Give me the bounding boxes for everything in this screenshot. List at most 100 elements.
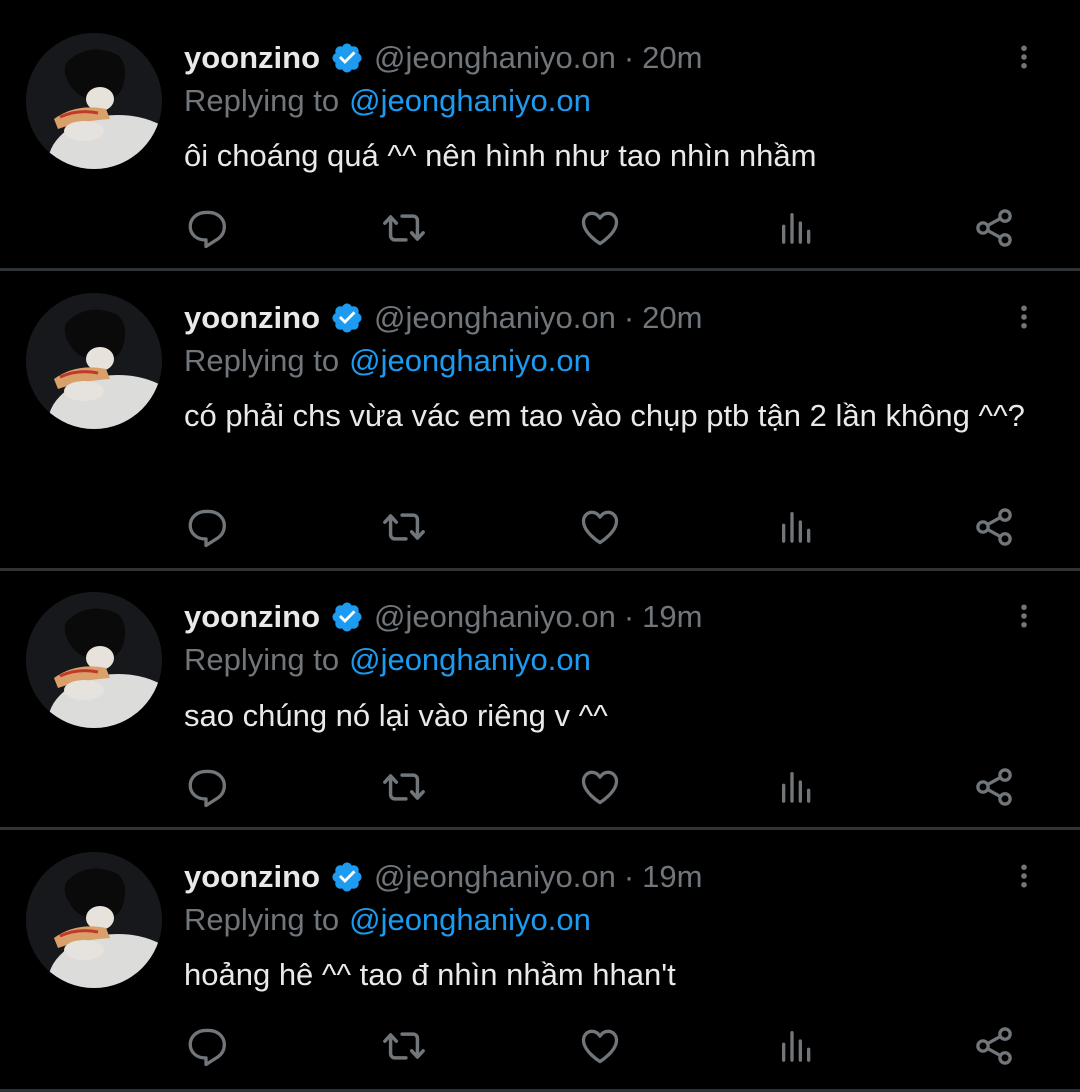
tweet-header: yoonzino @jeonghaniyo.on · 20m <box>184 298 702 338</box>
reply-thread: yoonzino @jeonghaniyo.on · 20m Replying … <box>0 0 1080 1092</box>
analytics-icon <box>777 208 817 248</box>
retweet-button[interactable] <box>380 503 428 551</box>
like-button[interactable] <box>576 1022 624 1070</box>
like-button[interactable] <box>576 763 624 811</box>
action-bar <box>0 503 1080 551</box>
tweet-header: yoonzino @jeonghaniyo.on · 19m <box>184 597 702 637</box>
replying-to-mention[interactable]: @jeonghaniyo.on <box>349 343 591 378</box>
views-button[interactable] <box>773 204 821 252</box>
retweet-icon <box>381 205 427 251</box>
timestamp[interactable]: 20m <box>642 40 702 76</box>
replying-to-label: Replying to <box>184 642 340 677</box>
replying-to: Replying to @jeonghaniyo.on <box>184 902 591 938</box>
retweet-button[interactable] <box>380 763 428 811</box>
user-handle[interactable]: @jeonghaniyo.on <box>374 40 616 76</box>
action-bar <box>0 763 1080 811</box>
share-button[interactable] <box>970 763 1018 811</box>
avatar[interactable] <box>26 293 162 429</box>
replying-to-label: Replying to <box>184 83 340 118</box>
tweet[interactable]: yoonzino @jeonghaniyo.on · 19m Replying … <box>0 571 1080 827</box>
replying-to-mention[interactable]: @jeonghaniyo.on <box>349 83 591 118</box>
analytics-icon <box>777 1026 817 1066</box>
tweet[interactable]: yoonzino @jeonghaniyo.on · 20m Replying … <box>0 271 1080 568</box>
verified-badge-icon <box>330 600 364 634</box>
tweet-text: sao chúng nó lại vào riêng v ^^ <box>184 698 608 733</box>
reply-button[interactable] <box>182 763 230 811</box>
more-options-button[interactable] <box>1008 596 1040 636</box>
separator: · <box>623 599 635 634</box>
verified-badge-icon <box>330 301 364 335</box>
more-options-button[interactable] <box>1008 37 1040 77</box>
display-name[interactable]: yoonzino <box>184 599 320 635</box>
avatar[interactable] <box>26 852 162 988</box>
display-name[interactable]: yoonzino <box>184 300 320 336</box>
display-name[interactable]: yoonzino <box>184 859 320 895</box>
views-button[interactable] <box>773 763 821 811</box>
replying-to-mention[interactable]: @jeonghaniyo.on <box>349 642 591 677</box>
tweet[interactable]: yoonzino @jeonghaniyo.on · 20m Replying … <box>0 0 1080 268</box>
like-button[interactable] <box>576 204 624 252</box>
share-icon <box>972 505 1016 549</box>
more-vertical-icon <box>1010 598 1038 634</box>
comment-icon <box>184 1024 228 1068</box>
share-button[interactable] <box>970 204 1018 252</box>
reply-button[interactable] <box>182 1022 230 1070</box>
heart-icon <box>578 1024 622 1068</box>
user-handle[interactable]: @jeonghaniyo.on <box>374 300 616 336</box>
retweet-icon <box>381 764 427 810</box>
analytics-icon <box>777 507 817 547</box>
timestamp[interactable]: 19m <box>642 859 702 895</box>
more-vertical-icon <box>1010 39 1038 75</box>
retweet-icon <box>381 1023 427 1069</box>
avatar[interactable] <box>26 592 162 728</box>
heart-icon <box>578 206 622 250</box>
tweet-text: hoảng hê ^^ tao đ nhìn nhầm hhan't <box>184 957 676 992</box>
views-button[interactable] <box>773 1022 821 1070</box>
action-bar <box>0 204 1080 252</box>
separator: · <box>623 40 635 75</box>
timestamp[interactable]: 20m <box>642 300 702 336</box>
views-button[interactable] <box>773 503 821 551</box>
share-button[interactable] <box>970 503 1018 551</box>
action-bar <box>0 1022 1080 1070</box>
reply-button[interactable] <box>182 204 230 252</box>
share-icon <box>972 765 1016 809</box>
share-icon <box>972 1024 1016 1068</box>
replying-to: Replying to @jeonghaniyo.on <box>184 642 591 678</box>
tweet-text: ôi choáng quá ^^ nên hình như tao nhìn n… <box>184 138 817 173</box>
verified-badge-icon <box>330 41 364 75</box>
tweet-text: có phải chs vừa vác em tao vào chụp ptb … <box>184 398 1025 433</box>
replying-to-label: Replying to <box>184 343 340 378</box>
replying-to: Replying to @jeonghaniyo.on <box>184 83 591 119</box>
share-icon <box>972 206 1016 250</box>
heart-icon <box>578 765 622 809</box>
replying-to-label: Replying to <box>184 902 340 937</box>
retweet-button[interactable] <box>380 1022 428 1070</box>
retweet-button[interactable] <box>380 204 428 252</box>
like-button[interactable] <box>576 503 624 551</box>
tweet[interactable]: yoonzino @jeonghaniyo.on · 19m Replying … <box>0 830 1080 1092</box>
reply-button[interactable] <box>182 503 230 551</box>
comment-icon <box>184 505 228 549</box>
more-options-button[interactable] <box>1008 297 1040 337</box>
timestamp[interactable]: 19m <box>642 599 702 635</box>
retweet-icon <box>381 504 427 550</box>
analytics-icon <box>777 767 817 807</box>
share-button[interactable] <box>970 1022 1018 1070</box>
more-vertical-icon <box>1010 299 1038 335</box>
user-handle[interactable]: @jeonghaniyo.on <box>374 859 616 895</box>
verified-badge-icon <box>330 860 364 894</box>
more-vertical-icon <box>1010 858 1038 894</box>
display-name[interactable]: yoonzino <box>184 40 320 76</box>
user-handle[interactable]: @jeonghaniyo.on <box>374 599 616 635</box>
comment-icon <box>184 206 228 250</box>
comment-icon <box>184 765 228 809</box>
separator: · <box>623 859 635 894</box>
tweet-header: yoonzino @jeonghaniyo.on · 20m <box>184 38 702 78</box>
avatar[interactable] <box>26 33 162 169</box>
replying-to-mention[interactable]: @jeonghaniyo.on <box>349 902 591 937</box>
heart-icon <box>578 505 622 549</box>
separator: · <box>623 300 635 335</box>
more-options-button[interactable] <box>1008 856 1040 896</box>
replying-to: Replying to @jeonghaniyo.on <box>184 343 591 379</box>
